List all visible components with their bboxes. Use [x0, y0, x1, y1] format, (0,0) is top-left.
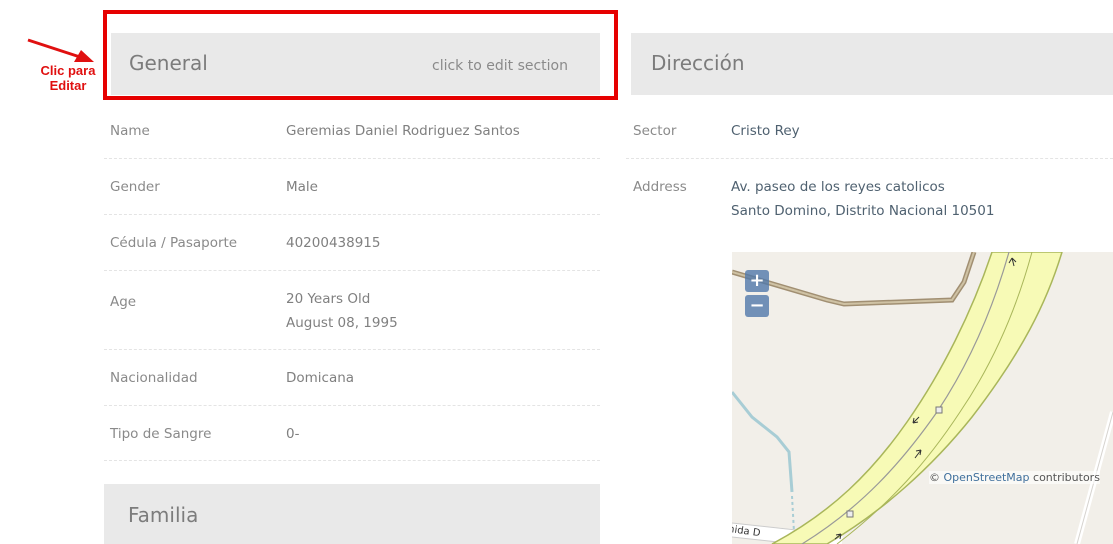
- map-roads: [732, 252, 1113, 544]
- zoom-in-button[interactable]: +: [745, 270, 769, 292]
- row-label: Address: [633, 179, 687, 195]
- row-value: Domicana: [286, 370, 355, 386]
- familia-title: Familia: [128, 503, 199, 527]
- info-row-nacionalidad: Nacionalidad Domicana: [104, 350, 600, 406]
- familia-section-header[interactable]: Familia: [104, 484, 600, 544]
- edit-annotation-label: Clic para Editar: [40, 63, 96, 93]
- address-map[interactable]: nida D + − © OpenStreetMap contributors: [732, 252, 1113, 544]
- highlight-box: [103, 10, 618, 100]
- map-attribution: © OpenStreetMap contributors: [929, 471, 1100, 484]
- copyright-symbol: ©: [929, 471, 940, 484]
- row-value: Male: [286, 179, 318, 195]
- row-label: Nacionalidad: [110, 370, 198, 386]
- row-value: Cristo Rey: [731, 123, 800, 139]
- row-label: Gender: [110, 179, 160, 195]
- info-row-age: Age 20 Years Old August 08, 1995: [104, 271, 600, 350]
- zoom-out-button[interactable]: −: [745, 295, 769, 317]
- row-label: Name: [110, 123, 150, 139]
- row-label: Age: [110, 294, 137, 310]
- annotation-arrow-icon: [27, 38, 94, 62]
- row-value-address: Av. paseo de los reyes catolicos Santo D…: [731, 175, 994, 223]
- row-value: 40200438915: [286, 235, 381, 251]
- row-label: Tipo de Sangre: [110, 426, 212, 442]
- info-row-name: Name Geremias Daniel Rodriguez Santos: [104, 101, 600, 159]
- annotation-line-2: Editar: [49, 78, 87, 93]
- birth-date: August 08, 1995: [286, 315, 398, 331]
- row-label: Sector: [633, 123, 677, 139]
- annotation-line-1: Clic para: [40, 63, 96, 78]
- info-row-sangre: Tipo de Sangre 0-: [104, 406, 600, 461]
- attribution-suffix: contributors: [1033, 471, 1100, 484]
- direccion-title: Dirección: [651, 51, 745, 75]
- info-row-address: Address Av. paseo de los reyes catolicos…: [626, 159, 1113, 249]
- address-line-1: Av. paseo de los reyes catolicos: [731, 179, 945, 195]
- info-row-gender: Gender Male: [104, 159, 600, 215]
- row-value: Geremias Daniel Rodriguez Santos: [286, 123, 520, 139]
- osm-link[interactable]: OpenStreetMap: [944, 471, 1030, 484]
- direccion-section-header[interactable]: Dirección: [631, 33, 1113, 95]
- address-line-2: Santo Domino, Distrito Nacional 10501: [731, 203, 995, 219]
- row-value-age: 20 Years Old August 08, 1995: [286, 287, 398, 335]
- age-text: 20 Years Old: [286, 291, 371, 307]
- row-label: Cédula / Pasaporte: [110, 235, 238, 251]
- info-row-sector: Sector Cristo Rey: [626, 101, 1113, 159]
- row-value: 0-: [286, 426, 300, 442]
- info-row-cedula: Cédula / Pasaporte 40200438915: [104, 215, 600, 271]
